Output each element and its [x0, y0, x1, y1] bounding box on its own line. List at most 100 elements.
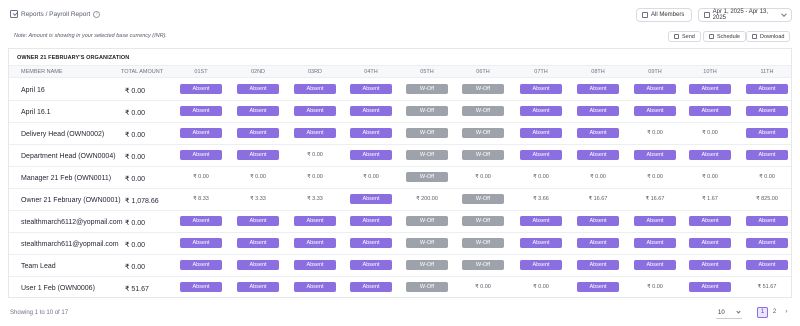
day-cell: Absent — [290, 238, 340, 249]
day-cell: ₹ 0.00 — [685, 172, 735, 183]
download-button[interactable]: Download — [746, 31, 791, 42]
page-size-select[interactable]: 10 — [716, 307, 742, 319]
day-cell: Absent — [516, 128, 566, 139]
report-check-icon — [10, 10, 18, 18]
absent-badge: Absent — [577, 128, 619, 138]
day-cell: Absent — [630, 106, 680, 117]
week-off-badge: W-Off — [462, 260, 504, 270]
total-amount: ₹ 51.67 — [125, 286, 149, 293]
absent-badge: Absent — [294, 282, 336, 292]
day-cell: Absent — [176, 106, 226, 117]
day-cell: Absent — [516, 216, 566, 227]
day-cell: Absent — [346, 238, 396, 249]
total-amount: ₹ 0.00 — [125, 154, 146, 161]
day-cell: Absent — [742, 260, 791, 271]
day-cell: Absent — [516, 106, 566, 117]
absent-badge: Absent — [520, 84, 562, 94]
absent-badge: Absent — [520, 238, 562, 248]
day-cell: Absent — [630, 238, 680, 249]
schedule-button[interactable]: Schedule — [703, 31, 746, 42]
table-row: Manager 21 Feb (OWN0011) ₹ 0.00 ₹ 0.00 ₹ 0.… — [9, 167, 791, 189]
send-button[interactable]: Send — [668, 31, 701, 42]
chevron-down-icon — [736, 309, 741, 314]
day-cell: Absent — [573, 84, 623, 95]
member-name: Department Head (OWN0004) — [21, 153, 116, 160]
day-cell: ₹ 3.33 — [233, 194, 283, 205]
absent-badge: Absent — [294, 260, 336, 270]
absent-badge: Absent — [350, 106, 392, 116]
absent-badge: Absent — [520, 128, 562, 138]
week-off-badge: W-Off — [406, 84, 448, 94]
week-off-badge: W-Off — [462, 106, 504, 116]
absent-badge: Absent — [577, 260, 619, 270]
day-cell: Absent — [742, 106, 791, 117]
day-cell: W-Off — [402, 282, 452, 293]
absent-badge: Absent — [350, 216, 392, 226]
week-off-badge: W-Off — [406, 282, 448, 292]
day-cell: W-Off — [458, 106, 508, 117]
col-total-amount: TOTAL AMOUNT — [121, 69, 164, 75]
day-cell: W-Off — [458, 194, 508, 205]
absent-badge: Absent — [180, 238, 222, 248]
col-day-10: 10TH — [703, 69, 717, 75]
day-amount: ₹ 0.00 — [647, 130, 663, 136]
showing-text: Showing 1 to 10 of 17 — [10, 310, 69, 316]
day-cell: Absent — [630, 150, 680, 161]
day-cell: Absent — [346, 128, 396, 139]
absent-badge: Absent — [350, 194, 392, 204]
total-amount: ₹ 0.00 — [125, 220, 146, 227]
day-amount: ₹ 200.00 — [416, 196, 438, 202]
date-range-picker[interactable]: Apr 1, 2025 - Apr 13, 2025 — [698, 8, 792, 22]
absent-badge: Absent — [350, 128, 392, 138]
page-2-button[interactable]: 2 — [769, 307, 780, 318]
member-name: April 16 — [21, 87, 45, 94]
calendar-icon — [704, 12, 710, 18]
day-amount: ₹ 0.00 — [647, 284, 663, 290]
day-amount: ₹ 16.67 — [645, 196, 665, 202]
day-cell: W-Off — [458, 260, 508, 271]
breadcrumb-text[interactable]: Reports / Payroll Report — [21, 11, 90, 18]
day-cell: Absent — [176, 216, 226, 227]
day-cell: Absent — [176, 84, 226, 95]
absent-badge: Absent — [180, 216, 222, 226]
day-cell: ₹ 0.00 — [630, 128, 680, 139]
absent-badge: Absent — [520, 106, 562, 116]
next-page-icon[interactable]: › — [781, 307, 792, 318]
day-amount: ₹ 0.00 — [475, 174, 491, 180]
day-cell: Absent — [233, 128, 283, 139]
day-cell: ₹ 0.00 — [630, 172, 680, 183]
page-1-button[interactable]: 1 — [757, 307, 768, 318]
day-cell: Absent — [516, 238, 566, 249]
week-off-badge: W-Off — [406, 216, 448, 226]
members-filter[interactable]: All Members — [636, 8, 692, 22]
absent-badge: Absent — [180, 128, 222, 138]
day-cell: Absent — [742, 150, 791, 161]
absent-badge: Absent — [350, 84, 392, 94]
info-icon[interactable]: i — [93, 10, 101, 18]
filter-icon — [642, 12, 648, 18]
member-name: Owner 21 February (OWN0001) — [21, 197, 121, 204]
absent-badge: Absent — [180, 282, 222, 292]
absent-badge: Absent — [350, 282, 392, 292]
day-cell: Absent — [573, 238, 623, 249]
absent-badge: Absent — [237, 128, 279, 138]
day-cell: Absent — [742, 216, 791, 227]
day-cell: Absent — [685, 150, 735, 161]
absent-badge: Absent — [746, 238, 788, 248]
day-cell: ₹ 825.00 — [742, 194, 791, 205]
absent-badge: Absent — [746, 128, 788, 138]
week-off-badge: W-Off — [462, 194, 504, 204]
day-cell: Absent — [346, 260, 396, 271]
day-amount: ₹ 0.00 — [475, 284, 491, 290]
absent-badge: Absent — [350, 150, 392, 160]
col-day-4: 04TH — [364, 69, 378, 75]
absent-badge: Absent — [237, 84, 279, 94]
day-cell: Absent — [346, 194, 396, 205]
absent-badge: Absent — [520, 150, 562, 160]
day-cell: Absent — [573, 282, 623, 293]
day-cell: W-Off — [458, 238, 508, 249]
absent-badge: Absent — [520, 216, 562, 226]
member-name: April 16.1 — [21, 109, 51, 116]
day-cell: Absent — [630, 260, 680, 271]
day-cell: ₹ 0.00 — [573, 172, 623, 183]
